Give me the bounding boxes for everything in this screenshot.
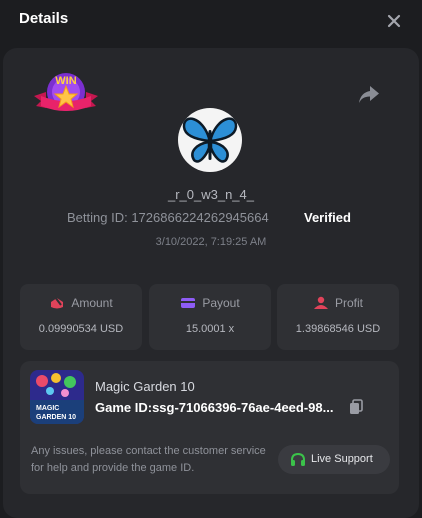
share-icon[interactable] — [358, 84, 380, 104]
copy-icon[interactable] — [349, 399, 363, 415]
game-id-value: ssg-71066396-76ae-4eed-98... — [152, 400, 334, 415]
stat-profit-value: 1.39868546 USD — [295, 323, 381, 335]
profit-user-icon — [313, 296, 328, 309]
stat-amount-label: Amount — [71, 296, 113, 310]
game-name: Magic Garden 10 — [95, 379, 195, 394]
page-title: Details — [19, 10, 69, 27]
stat-payout: Payout 15.0001 x — [149, 284, 271, 350]
game-thumbnail-art: MAGIC GARDEN 10 — [30, 370, 84, 424]
betting-id-value: 1726866224262945664 — [131, 210, 269, 225]
svg-text:GARDEN 10: GARDEN 10 — [36, 414, 76, 421]
avatar — [178, 108, 242, 172]
username: _r_0_w3_n_4_ — [167, 187, 255, 202]
header: Details — [0, 0, 422, 44]
svg-text:MAGIC: MAGIC — [36, 405, 59, 412]
betting-id-label: Betting ID: — [67, 210, 128, 225]
stat-profit-label: Profit — [334, 296, 363, 310]
betting-id: Betting ID: 1726866224262945664 — [67, 210, 269, 225]
game-id-label: Game ID: — [95, 400, 153, 415]
help-text: Any issues, please contact the customer … — [31, 445, 266, 474]
game-id: Game ID:ssg-71066396-76ae-4eed-98... — [95, 400, 333, 415]
verified-label: Verified — [304, 210, 351, 225]
live-support-button[interactable]: Live Support — [278, 445, 390, 474]
stat-payout-header: Payout — [149, 296, 271, 310]
stat-profit-header: Profit — [277, 296, 399, 310]
stat-amount-value: 0.09990534 USD — [38, 323, 124, 335]
stat-amount-header: Amount — [20, 296, 142, 310]
game-thumbnail: MAGIC GARDEN 10 — [30, 370, 84, 424]
game-card: MAGIC GARDEN 10 Magic Garden 10 Game ID:… — [20, 361, 399, 494]
close-icon[interactable] — [384, 11, 404, 31]
svg-text:WIN: WIN — [55, 75, 76, 87]
win-badge-icon: WIN — [34, 73, 98, 111]
live-support-label: Live Support — [311, 453, 373, 465]
amount-icon — [51, 296, 64, 309]
stat-payout-label: Payout — [202, 296, 240, 310]
stat-amount: Amount 0.09990534 USD — [20, 284, 142, 350]
bet-timestamp: 3/10/2022, 7:19:25 AM — [155, 236, 267, 248]
stat-payout-value: 15.0001 x — [185, 323, 235, 335]
headset-icon — [291, 452, 305, 466]
payout-card-icon — [181, 298, 196, 308]
butterfly-icon — [182, 117, 238, 163]
stat-profit: Profit 1.39868546 USD — [277, 284, 399, 350]
